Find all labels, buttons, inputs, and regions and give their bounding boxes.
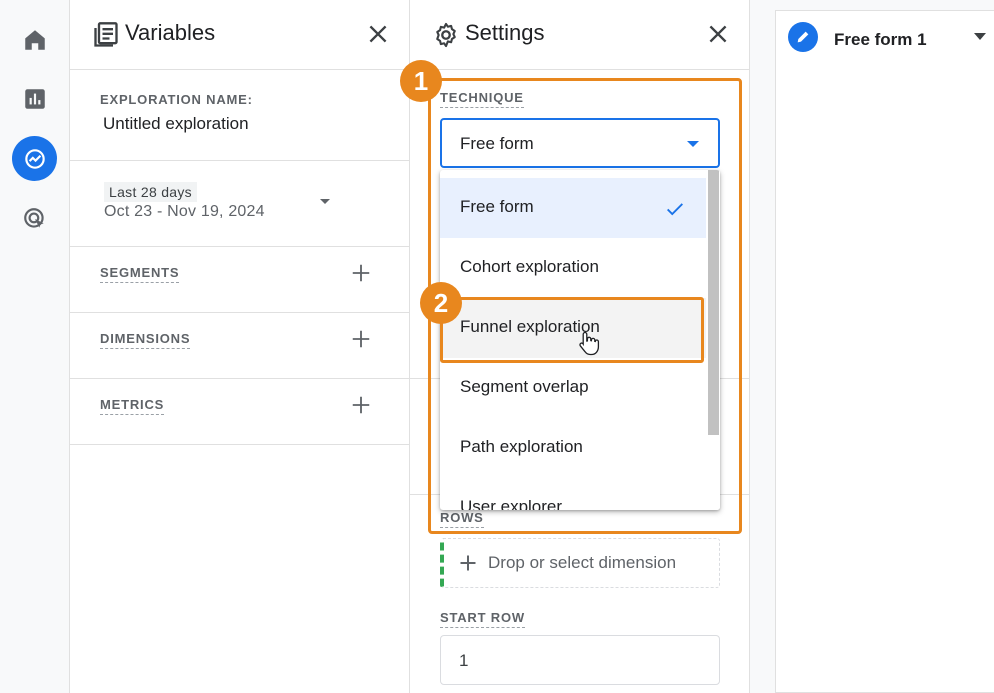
tab-title[interactable]: Free form 1 bbox=[834, 30, 927, 50]
hand-cursor-icon bbox=[579, 331, 600, 356]
start-row-label: START ROW bbox=[440, 610, 525, 628]
home-icon bbox=[24, 29, 45, 50]
metrics-label: METRICS bbox=[100, 397, 165, 415]
date-preset-chip: Last 28 days bbox=[104, 182, 197, 202]
drop-dimension-text: Drop or select dimension bbox=[488, 553, 677, 572]
start-row-input[interactable]: 1 bbox=[440, 635, 720, 685]
close-variables-icon[interactable] bbox=[365, 21, 391, 47]
variables-title: Variables bbox=[125, 20, 216, 45]
explore-icon bbox=[24, 148, 45, 169]
step-2-badge: 2 bbox=[420, 282, 462, 324]
dimensions-label: DIMENSIONS bbox=[100, 331, 191, 349]
start-row-value: 1 bbox=[459, 651, 469, 670]
variables-header: Variables bbox=[70, 0, 409, 70]
highlight-box-step-2 bbox=[440, 297, 704, 363]
advertising-icon bbox=[23, 207, 44, 228]
advertising-button[interactable] bbox=[12, 196, 57, 241]
add-segment-icon[interactable] bbox=[350, 262, 372, 284]
exploration-name-input[interactable]: Untitled exploration bbox=[103, 114, 249, 134]
rows-drop-target[interactable]: Drop or select dimension bbox=[440, 538, 720, 588]
add-metric-icon[interactable] bbox=[350, 394, 372, 416]
left-nav-rail bbox=[0, 0, 70, 693]
edit-tab-button[interactable] bbox=[788, 22, 818, 52]
pencil-icon bbox=[797, 31, 809, 43]
close-settings-icon[interactable] bbox=[705, 21, 731, 47]
tab-canvas bbox=[775, 10, 994, 693]
reports-icon bbox=[24, 88, 45, 109]
variables-panel: Variables EXPLORATION NAME: Untitled exp… bbox=[70, 0, 410, 693]
segments-label: SEGMENTS bbox=[100, 265, 180, 283]
settings-header: Settings bbox=[410, 0, 749, 70]
home-button[interactable] bbox=[12, 17, 57, 62]
explore-button[interactable] bbox=[12, 136, 57, 181]
plus-icon bbox=[460, 555, 476, 571]
settings-title: Settings bbox=[465, 20, 545, 45]
step-1-badge: 1 bbox=[400, 60, 442, 102]
date-dropdown-icon[interactable] bbox=[320, 199, 330, 204]
reports-button[interactable] bbox=[12, 76, 57, 121]
gear-icon bbox=[436, 22, 456, 48]
date-range-text: Oct 23 - Nov 19, 2024 bbox=[104, 203, 265, 220]
add-dimension-icon[interactable] bbox=[350, 328, 372, 350]
tab-dropdown-icon[interactable] bbox=[974, 33, 986, 40]
exploration-name-label: EXPLORATION NAME: bbox=[100, 92, 253, 107]
app-root: Variables EXPLORATION NAME: Untitled exp… bbox=[0, 0, 994, 693]
variables-icon bbox=[94, 22, 118, 47]
